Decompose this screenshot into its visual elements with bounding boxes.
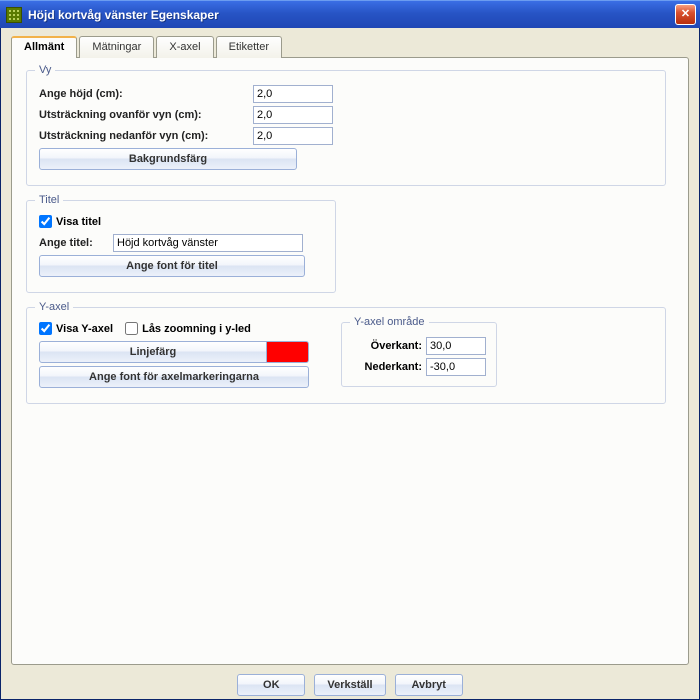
group-titel-legend: Titel [35, 194, 63, 206]
show-yaxis-label: Visa Y-axel [56, 323, 113, 335]
tab-strip: Allmänt Mätningar X-axel Etiketter [11, 36, 689, 58]
extent-below-input[interactable] [253, 127, 333, 145]
group-yaxis-range-legend: Y-axel område [350, 316, 429, 328]
cancel-button[interactable]: Avbryt [395, 674, 463, 696]
tab-matningar[interactable]: Mätningar [79, 36, 154, 58]
lock-zoom-checkbox[interactable] [125, 322, 138, 335]
extent-below-label: Utsträckning nedanför vyn (cm): [39, 130, 253, 142]
linecolor-button[interactable]: Linjefärg [39, 341, 267, 363]
show-yaxis-checkbox-wrap[interactable]: Visa Y-axel [39, 322, 113, 335]
linecolor-swatch[interactable] [267, 341, 309, 363]
apply-button[interactable]: Verkställ [314, 674, 385, 696]
title-bar: Höjd kortvåg vänster Egenskaper [0, 0, 700, 28]
close-button[interactable] [675, 4, 696, 25]
axis-font-button[interactable]: Ange font för axelmarkeringarna [39, 366, 309, 388]
title-text-input[interactable] [113, 234, 303, 252]
extent-above-input[interactable] [253, 106, 333, 124]
range-bottom-input[interactable] [426, 358, 486, 376]
title-font-button[interactable]: Ange font för titel [39, 255, 305, 277]
group-titel: Titel Visa titel Ange titel: Ange font f… [26, 200, 336, 293]
extent-above-label: Utsträckning ovanför vyn (cm): [39, 109, 253, 121]
group-yaxis-range: Y-axel område Överkant: Nederkant: [341, 322, 497, 387]
show-yaxis-checkbox[interactable] [39, 322, 52, 335]
lock-zoom-checkbox-wrap[interactable]: Lås zoomning i y-led [125, 322, 251, 335]
tab-panel: Vy Ange höjd (cm): Utsträckning ovanför … [11, 57, 689, 665]
group-vy-legend: Vy [35, 64, 55, 76]
tab-xaxel[interactable]: X-axel [156, 36, 213, 58]
group-yaxis-legend: Y-axel [35, 301, 73, 313]
show-title-checkbox[interactable] [39, 215, 52, 228]
range-top-input[interactable] [426, 337, 486, 355]
range-top-label: Överkant: [352, 340, 422, 352]
show-title-label: Visa titel [56, 216, 101, 228]
show-title-checkbox-wrap[interactable]: Visa titel [39, 215, 101, 228]
lock-zoom-label: Lås zoomning i y-led [142, 323, 251, 335]
bgcolor-button[interactable]: Bakgrundsfärg [39, 148, 297, 170]
ok-button[interactable]: OK [237, 674, 305, 696]
window-title: Höjd kortvåg vänster Egenskaper [28, 8, 675, 22]
tab-allmant[interactable]: Allmänt [11, 36, 77, 58]
tab-etiketter[interactable]: Etiketter [216, 36, 282, 58]
height-label: Ange höjd (cm): [39, 88, 253, 100]
app-icon [6, 7, 22, 23]
title-text-label: Ange titel: [39, 237, 113, 249]
group-vy: Vy Ange höjd (cm): Utsträckning ovanför … [26, 70, 666, 186]
window-body: Allmänt Mätningar X-axel Etiketter Vy An… [0, 28, 700, 700]
range-bottom-label: Nederkant: [352, 361, 422, 373]
dialog-footer: OK Verkställ Avbryt [11, 674, 689, 696]
group-yaxis: Y-axel Visa Y-axel Lås zoomning i y-led [26, 307, 666, 404]
height-input[interactable] [253, 85, 333, 103]
